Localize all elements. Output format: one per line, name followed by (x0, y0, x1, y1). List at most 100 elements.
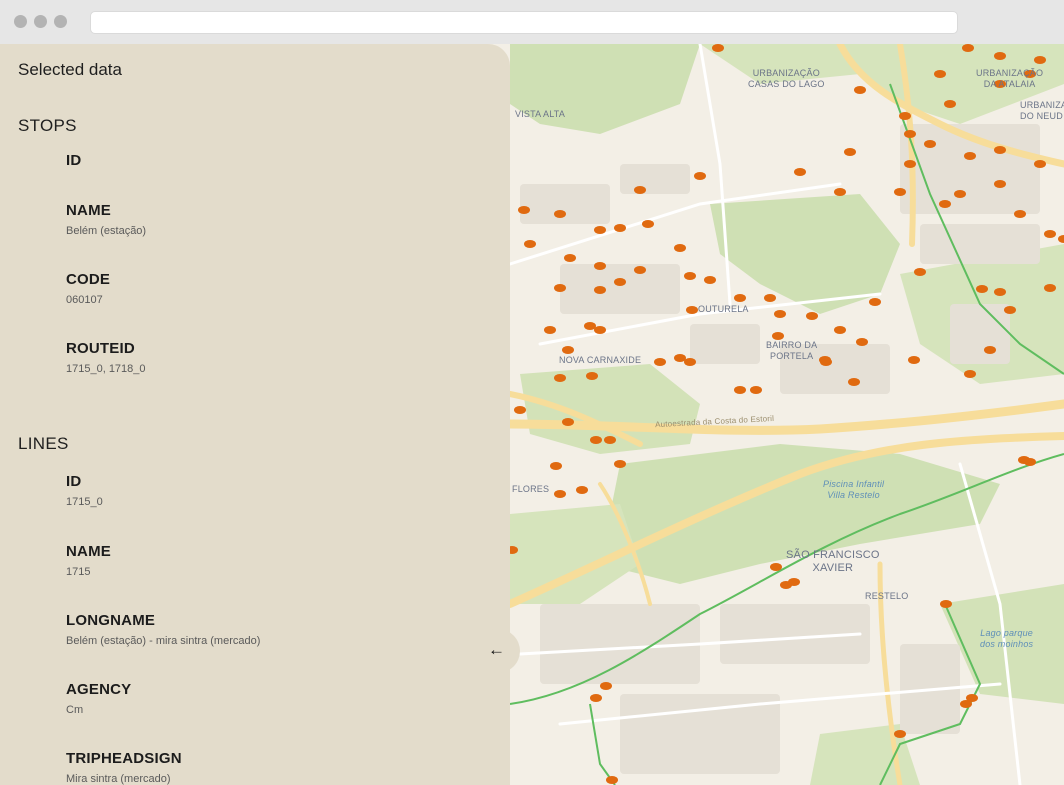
address-bar[interactable] (90, 11, 958, 34)
bus-stop-marker[interactable] (634, 186, 646, 194)
bus-stop-marker[interactable] (654, 358, 666, 366)
bus-stop-marker[interactable] (544, 326, 556, 334)
bus-stop-marker[interactable] (894, 188, 906, 196)
bus-stop-marker[interactable] (514, 406, 526, 414)
bus-stop-marker[interactable] (586, 372, 598, 380)
bus-stop-marker[interactable] (856, 338, 868, 346)
lines-field-longname: LONGNAME Belém (estação) - mira sintra (… (66, 612, 260, 647)
bus-stop-marker[interactable] (834, 188, 846, 196)
bus-stop-marker[interactable] (774, 310, 786, 318)
bus-stop-marker[interactable] (764, 294, 776, 302)
lines-field-name: NAME 1715 (66, 543, 111, 578)
bus-stop-marker[interactable] (794, 168, 806, 176)
bus-stop-marker[interactable] (712, 44, 724, 52)
bus-stop-marker[interactable] (984, 346, 996, 354)
bus-stop-marker[interactable] (924, 140, 936, 148)
bus-stop-marker[interactable] (844, 148, 856, 156)
bus-stop-marker[interactable] (562, 346, 574, 354)
bus-stop-marker[interactable] (1044, 230, 1056, 238)
bus-stop-marker[interactable] (914, 268, 926, 276)
bus-stop-marker[interactable] (642, 220, 654, 228)
bus-stop-marker[interactable] (939, 200, 951, 208)
bus-stop-marker[interactable] (576, 486, 588, 494)
bus-stop-marker[interactable] (554, 284, 566, 292)
bus-stop-marker[interactable] (564, 254, 576, 262)
bus-stop-marker[interactable] (518, 206, 530, 214)
bus-stop-marker[interactable] (674, 244, 686, 252)
bus-stop-marker[interactable] (994, 52, 1006, 60)
bus-stop-marker[interactable] (904, 160, 916, 168)
bus-stop-marker[interactable] (962, 44, 974, 52)
bus-stop-marker[interactable] (734, 294, 746, 302)
bus-stop-marker[interactable] (1034, 160, 1046, 168)
bus-stop-marker[interactable] (934, 70, 946, 78)
bus-stop-marker[interactable] (770, 563, 782, 571)
bus-stop-marker[interactable] (1024, 458, 1036, 466)
bus-stop-marker[interactable] (604, 436, 616, 444)
bus-stop-marker[interactable] (524, 240, 536, 248)
window-close-dot[interactable] (14, 15, 27, 28)
map-label-urbaniza-do-neud: URBANIZA DO NEUD (1020, 100, 1064, 121)
bus-stop-marker[interactable] (606, 776, 618, 784)
bus-stop-marker[interactable] (594, 262, 606, 270)
bus-stop-marker[interactable] (554, 490, 566, 498)
bus-stop-marker[interactable] (954, 190, 966, 198)
bus-stop-marker[interactable] (944, 100, 956, 108)
bus-stop-marker[interactable] (614, 278, 626, 286)
collapse-panel-button[interactable]: ← (476, 629, 520, 673)
bus-stop-marker[interactable] (614, 460, 626, 468)
bus-stop-marker[interactable] (904, 130, 916, 138)
bus-stop-marker[interactable] (834, 326, 846, 334)
bus-stop-marker[interactable] (1004, 306, 1016, 314)
bus-stop-marker[interactable] (869, 298, 881, 306)
bus-stop-marker[interactable] (684, 358, 696, 366)
bus-stop-marker[interactable] (684, 272, 696, 280)
bus-stop-marker[interactable] (806, 312, 818, 320)
bus-stop-marker[interactable] (1034, 56, 1046, 64)
bus-stop-marker[interactable] (940, 600, 952, 608)
bus-stop-marker[interactable] (976, 285, 988, 293)
bus-stop-marker[interactable] (550, 462, 562, 470)
field-name: CODE (66, 271, 111, 288)
bus-stop-marker[interactable] (772, 332, 784, 340)
bus-stop-marker[interactable] (594, 226, 606, 234)
bus-stop-marker[interactable] (994, 180, 1006, 188)
bus-stop-marker[interactable] (1044, 284, 1056, 292)
bus-stop-marker[interactable] (994, 288, 1006, 296)
bus-stop-marker[interactable] (750, 386, 762, 394)
bus-stop-marker[interactable] (584, 322, 596, 330)
bus-stop-marker[interactable] (820, 358, 832, 366)
bus-stop-marker[interactable] (780, 581, 792, 589)
bus-stop-marker[interactable] (594, 326, 606, 334)
bus-stop-marker[interactable] (704, 276, 716, 284)
bus-stop-marker[interactable] (854, 86, 866, 94)
bus-stop-marker[interactable] (634, 266, 646, 274)
bus-stop-marker[interactable] (894, 730, 906, 738)
bus-stop-marker[interactable] (694, 172, 706, 180)
bus-stop-marker[interactable] (964, 370, 976, 378)
bus-stop-marker[interactable] (734, 386, 746, 394)
bus-stop-marker[interactable] (554, 374, 566, 382)
bus-stop-marker[interactable] (594, 286, 606, 294)
bus-stop-marker[interactable] (674, 354, 686, 362)
stops-field-code: CODE 060107 (66, 271, 110, 306)
bus-stop-marker[interactable] (686, 306, 698, 314)
bus-stop-marker[interactable] (614, 224, 626, 232)
bus-stop-marker[interactable] (590, 694, 602, 702)
bus-stop-marker[interactable] (600, 682, 612, 690)
map-label-flores: FLORES (512, 484, 550, 494)
window-minimize-dot[interactable] (34, 15, 47, 28)
bus-stop-marker[interactable] (848, 378, 860, 386)
bus-stop-marker[interactable] (1014, 210, 1026, 218)
bus-stop-marker[interactable] (554, 210, 566, 218)
bus-stop-marker[interactable] (562, 418, 574, 426)
bus-stop-marker[interactable] (1058, 235, 1064, 243)
bus-stop-marker[interactable] (966, 694, 978, 702)
bus-stop-marker[interactable] (964, 152, 976, 160)
field-value: 1715_0, 1718_0 (66, 363, 146, 375)
bus-stop-marker[interactable] (908, 356, 920, 364)
window-maximize-dot[interactable] (54, 15, 67, 28)
bus-stop-marker[interactable] (994, 146, 1006, 154)
bus-stop-marker[interactable] (590, 436, 602, 444)
bus-stop-marker[interactable] (899, 112, 911, 120)
